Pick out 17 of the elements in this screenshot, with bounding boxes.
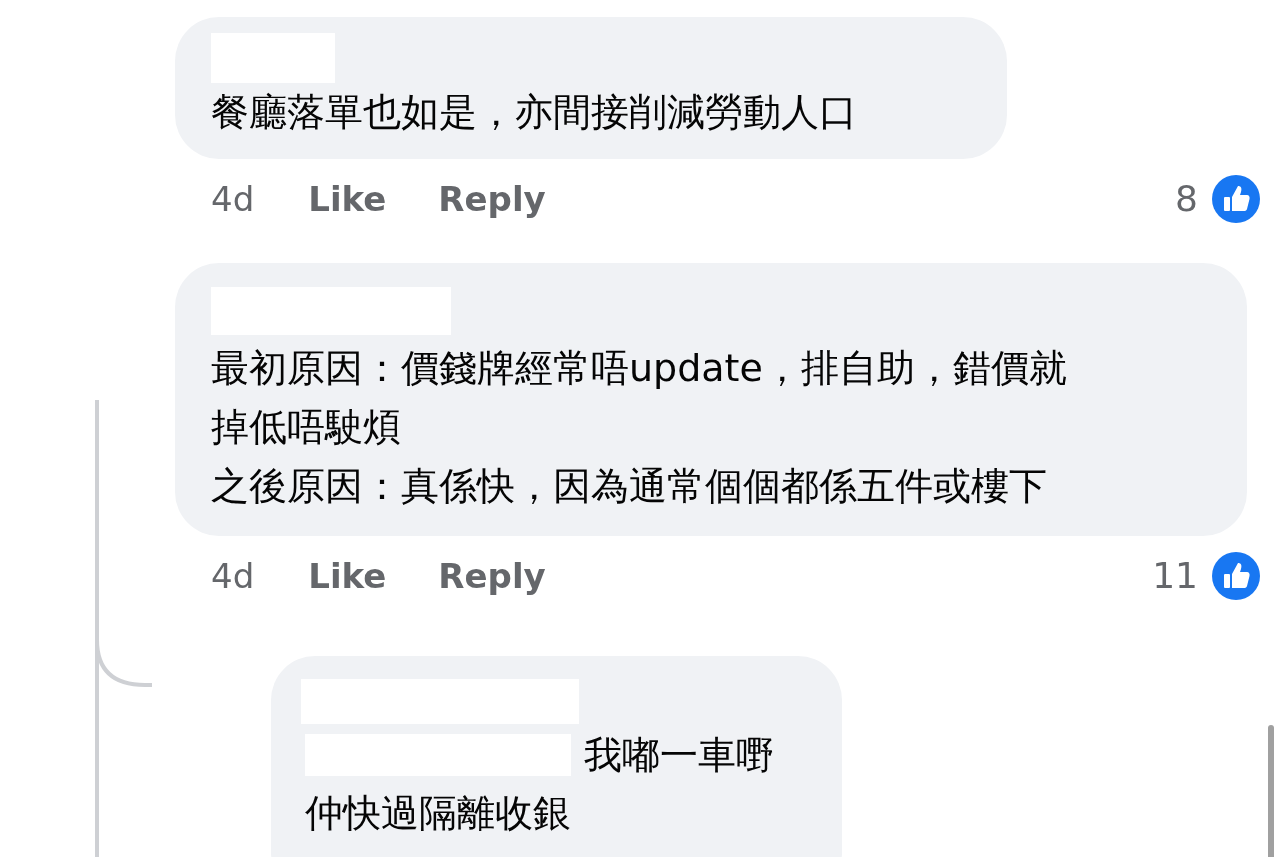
comment-text: 掉低唔駛煩 (211, 404, 402, 451)
reply-link[interactable]: Reply (438, 559, 546, 593)
comment-text: 之後原因：真係快，因為通常個個都係五件或樓下 (211, 463, 1048, 510)
like-link[interactable]: Like (308, 182, 387, 216)
like-link[interactable]: Like (308, 559, 387, 593)
comment-text: 餐廳落單也如是，亦間接削減勞動人口 (211, 89, 858, 136)
comment-time: 4d (211, 559, 255, 593)
thumbs-up-icon (1212, 175, 1260, 223)
comment-time: 4d (211, 182, 255, 216)
scrollbar[interactable] (1268, 725, 1274, 857)
reply-link[interactable]: Reply (438, 182, 546, 216)
reaction-count: 8 (1175, 181, 1198, 217)
reaction-count: 11 (1152, 558, 1198, 594)
reply-text: 仲快過隔離收銀 (305, 790, 572, 837)
comment-text: 最初原因：價錢牌經常唔update，排自助，錯價就 (211, 345, 1068, 392)
reply-text: 我嘟一車嘢 (584, 732, 774, 779)
thumbs-up-icon (1212, 552, 1260, 600)
